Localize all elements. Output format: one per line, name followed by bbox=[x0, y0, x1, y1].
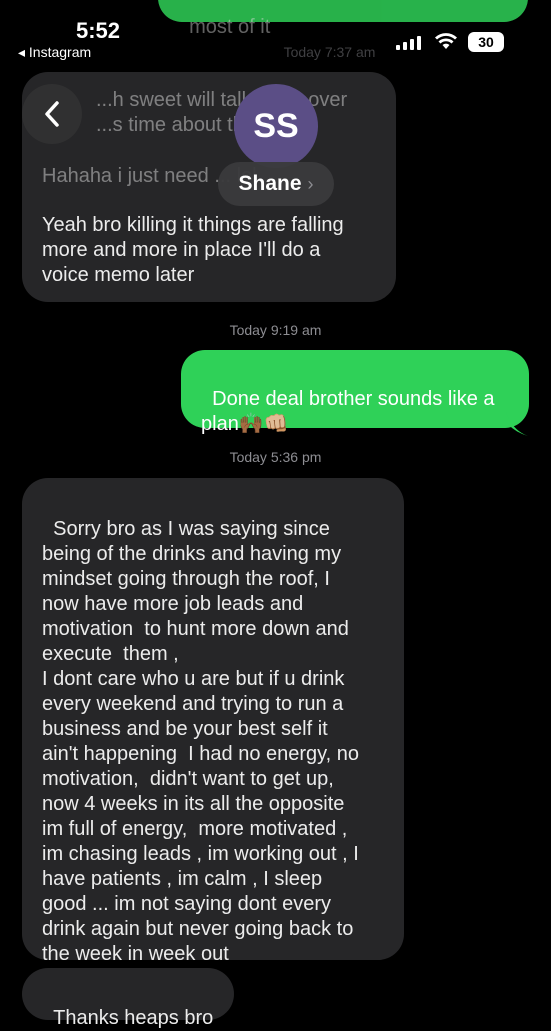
contact-name: Shane bbox=[238, 172, 302, 195]
chevron-right-icon: › bbox=[307, 173, 314, 194]
message-bubble-outgoing-partial[interactable]: most of it bbox=[158, 0, 528, 38]
timestamp: Today 7:37 am bbox=[283, 44, 376, 60]
status-time: 5:52 bbox=[76, 18, 121, 43]
message-text: Thanks heaps bro bbox=[53, 1007, 214, 1029]
back-button[interactable] bbox=[22, 84, 82, 144]
message-text: most of it bbox=[189, 16, 271, 38]
message-bubble-incoming[interactable]: Sorry bro as I was saying since being of… bbox=[22, 478, 404, 965]
contact-name-button[interactable]: Shane › bbox=[218, 162, 334, 206]
timestamp: Today 5:36 pm bbox=[229, 449, 322, 465]
avatar[interactable]: SS bbox=[234, 84, 318, 168]
timestamp: Today 9:19 am bbox=[229, 322, 322, 338]
message-bubble-incoming[interactable]: Thanks heaps bro bbox=[22, 968, 234, 1029]
bubble-tail bbox=[506, 412, 528, 436]
message-bubble-outgoing[interactable]: Done deal brother sounds like a plan🙌🏾👊🏼 bbox=[181, 350, 529, 435]
message-text: Sorry bro as I was saying since being of… bbox=[42, 518, 360, 965]
message-text: Yeah bro killing it things are falling m… bbox=[42, 214, 344, 286]
chevron-left-icon bbox=[45, 101, 59, 127]
message-text: Done deal brother sounds like a plan🙌🏾👊🏼 bbox=[201, 388, 495, 435]
